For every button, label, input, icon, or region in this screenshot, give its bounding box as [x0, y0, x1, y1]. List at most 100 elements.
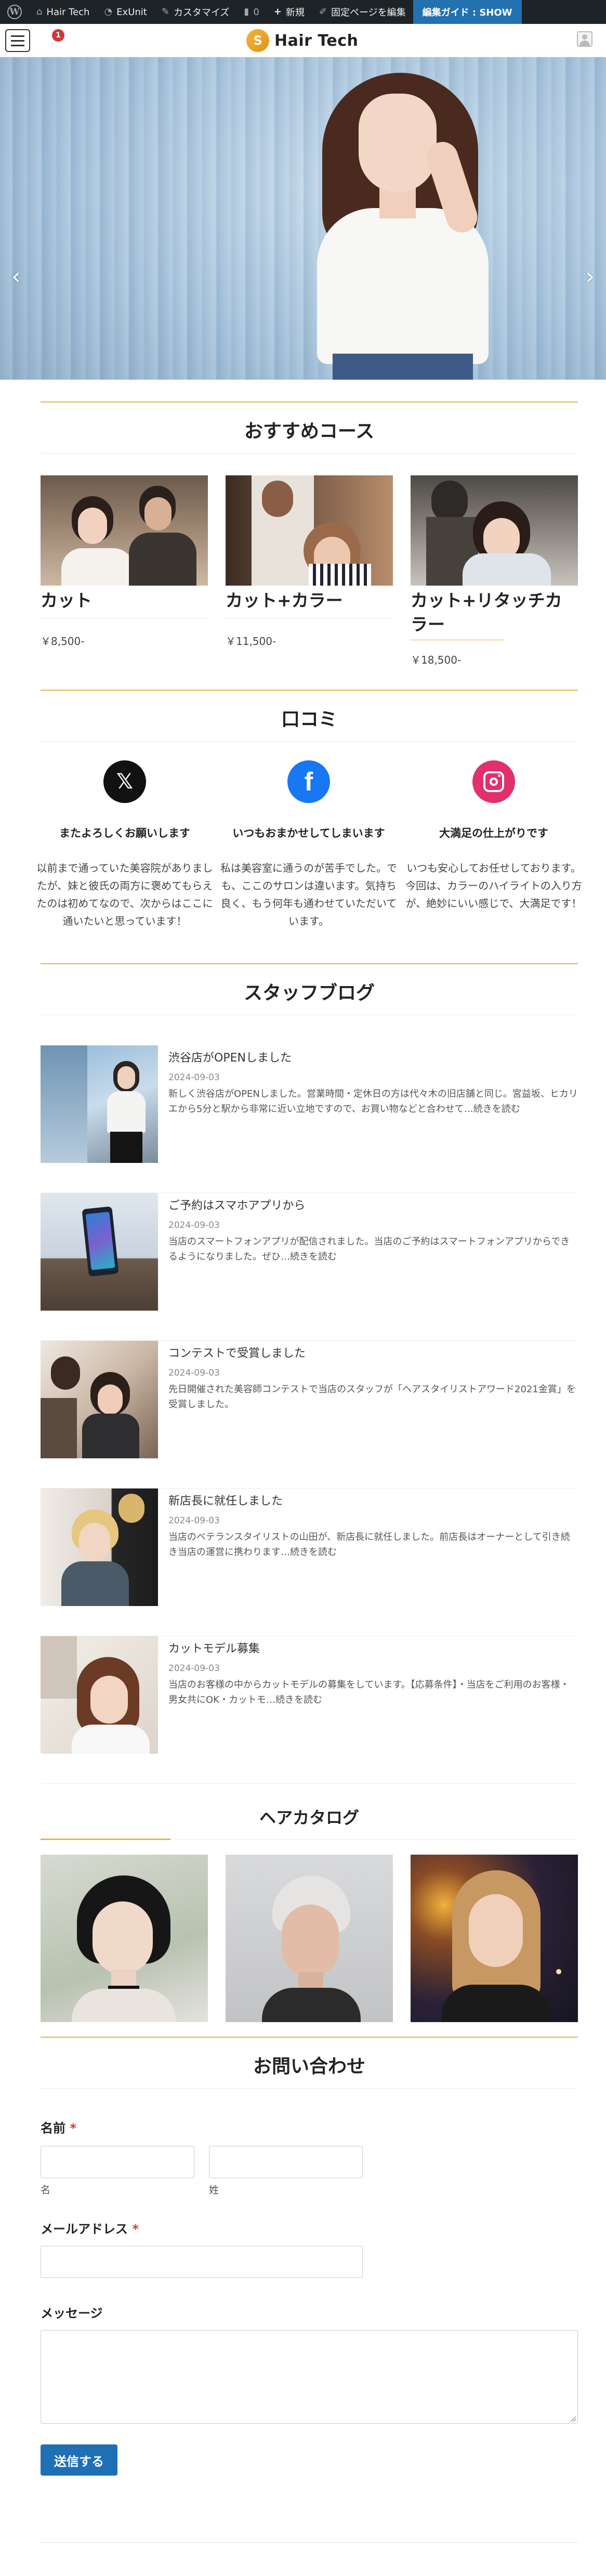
course-name: カット+カラー: [226, 590, 343, 611]
blog-post[interactable]: 新店長に就任しました 2024-09-03 当店のベテランスタイリストの山田が、…: [41, 1488, 578, 1636]
blog-thumbnail: [41, 1341, 158, 1458]
blog-post-title[interactable]: 新店長に就任しました: [168, 1492, 578, 1508]
exunit-link[interactable]: ◔ ExUnit: [97, 0, 154, 24]
review-title: いつもおまかせしてしまいます: [232, 827, 385, 839]
chevron-right-icon[interactable]: ›: [585, 265, 595, 288]
course-card[interactable]: カット+リタッチカラー ￥18,500-: [411, 475, 578, 667]
comment-icon: ▮: [244, 6, 249, 17]
review-card: 大満足の仕上がりです いつも安心してお任せしております。今回は、カラーのハイライ…: [405, 760, 582, 912]
facebook-icon[interactable]: f: [287, 760, 330, 803]
notification-badge[interactable]: 1: [52, 29, 64, 42]
comments-count: 0: [253, 6, 259, 18]
plus-icon: +: [273, 6, 282, 17]
course-card[interactable]: カット ￥8,500-: [41, 475, 208, 648]
blog-post-date: 2024-09-03: [168, 1072, 220, 1083]
edit-page-link[interactable]: ✐ 固定ページを編集: [312, 0, 413, 24]
message-field[interactable]: [41, 2330, 578, 2424]
edit-guide-toggle[interactable]: 編集ガイド : SHOW: [413, 0, 522, 24]
blog-thumbnail: [41, 1193, 158, 1311]
resize-handle[interactable]: [570, 2415, 576, 2422]
logo-icon: S: [246, 29, 269, 52]
review-text: 以前まで通っていた美容院がありましたが、妹と彼氏の両方に褒めてもらえたのは初めて…: [36, 862, 213, 927]
catalog-image[interactable]: [41, 1855, 208, 2022]
course-price: ￥11,500-: [226, 635, 276, 648]
course-card[interactable]: カット+カラー ￥11,500-: [226, 475, 393, 648]
blog-post-excerpt: 当店のお客様の中からカットモデルの募集をしています。【応募条件】・当店をご利用の…: [168, 1679, 570, 1705]
read-more-link[interactable]: 続きを読む: [290, 1251, 337, 1262]
blog-post[interactable]: 渋谷店がOPENしました 2024-09-03 新しく渋谷店がOPENしました。…: [41, 1045, 578, 1193]
brush-icon: ✎: [161, 6, 169, 17]
course-price: ￥8,500-: [41, 635, 85, 648]
read-more-link[interactable]: 続きを読む: [473, 1104, 520, 1115]
last-name-sublabel: 姓: [209, 2184, 219, 2196]
email-field[interactable]: [41, 2246, 363, 2278]
blog-post-date: 2024-09-03: [168, 1368, 220, 1378]
course-image: [41, 475, 208, 586]
wordpress-menu[interactable]: W: [0, 0, 29, 24]
course-name: カット: [41, 590, 92, 611]
blog-post-excerpt: 当店のスマートフォンアプリが配信されました。当店のご予約はスマートフォンアプリか…: [168, 1236, 570, 1262]
submit-button[interactable]: 送信する: [41, 2444, 117, 2476]
blog-thumbnail: [41, 1488, 158, 1606]
course-image: [411, 475, 578, 586]
review-title: またよろしくお願いします: [59, 827, 190, 839]
blog-post[interactable]: ご予約はスマホアプリから 2024-09-03 当店のスマートフォンアプリが配信…: [41, 1193, 578, 1341]
site-name-label: Hair Tech: [46, 6, 90, 18]
gauge-icon: ◔: [104, 6, 113, 17]
exunit-label: ExUnit: [116, 6, 147, 18]
menu-icon[interactable]: [5, 29, 30, 52]
pencil-icon: ✐: [319, 6, 327, 17]
last-name-field[interactable]: [209, 2146, 363, 2178]
edit-guide-label: 編集ガイド : SHOW: [422, 7, 512, 18]
name-label: 名前 *: [41, 2121, 76, 2135]
hero-slider: ‹ ›: [0, 57, 606, 380]
catalog-image[interactable]: [411, 1855, 578, 2022]
chevron-left-icon[interactable]: ‹: [11, 265, 21, 288]
blog-post-excerpt: 先日開催された美容師コンテストで当店のスタッフが「ヘアスタイリストアワード202…: [168, 1384, 576, 1410]
email-label: メールアドレス *: [41, 2222, 139, 2236]
course-name: カット+リタッチカラー: [411, 590, 562, 635]
comments-link[interactable]: ▮ 0: [236, 0, 266, 24]
blog-post-date: 2024-09-03: [168, 1663, 220, 1674]
catalog-title: ヘアカタログ: [259, 1808, 359, 1828]
catalog-image[interactable]: [226, 1855, 393, 2022]
reviews-title: 口コミ: [41, 690, 578, 742]
review-card: 𝕏 またよろしくお願いします 以前まで通っていた美容院がありましたが、妹と彼氏の…: [36, 760, 213, 930]
blog-thumbnail: [41, 1636, 158, 1754]
hero-model-image: [281, 62, 541, 380]
blog-post-date: 2024-09-03: [168, 1220, 220, 1231]
blog-post-title[interactable]: カットモデル募集: [168, 1639, 578, 1656]
blog-post-excerpt: 当店のベテランスタイリストの山田が、新店長に就任しました。前店長はオーナーとして…: [168, 1532, 570, 1558]
review-card: f いつもおまかせしてしまいます 私は美容室に通うのが苦手でした。でも、ここのサ…: [220, 760, 397, 930]
admin-bar: W ⌂ Hair Tech ◔ ExUnit ✎ カスタマイズ ▮ 0 + 新規…: [0, 0, 606, 24]
read-more-link[interactable]: 続きを読む: [290, 1547, 337, 1558]
review-text: いつも安心してお任せしております。今回は、カラーのハイライトの入り方が、絶妙にい…: [405, 862, 582, 910]
instagram-icon[interactable]: [472, 760, 515, 803]
wordpress-icon: W: [7, 5, 22, 19]
blog-title: スタッフブログ: [41, 963, 578, 1015]
new-content-link[interactable]: + 新規: [267, 0, 312, 24]
courses-title: おすすめコース: [41, 402, 578, 454]
customize-link[interactable]: ✎ カスタマイズ: [154, 0, 237, 24]
review-text: 私は美容室に通うのが苦手でした。でも、ここのサロンは違います。気持ち良く、もう何…: [220, 862, 397, 927]
blog-post-title[interactable]: コンテストで受賞しました: [168, 1344, 578, 1361]
blog-post[interactable]: カットモデル募集 2024-09-03 当店のお客様の中からカットモデルの募集を…: [41, 1636, 578, 1784]
site-header: 1 S Hair Tech: [0, 24, 606, 57]
site-name-link[interactable]: ⌂ Hair Tech: [29, 0, 97, 24]
blog-post[interactable]: コンテストで受賞しました 2024-09-03 先日開催された美容師コンテストで…: [41, 1341, 578, 1488]
edit-page-label: 固定ページを編集: [331, 7, 406, 18]
first-name-field[interactable]: [41, 2146, 194, 2178]
brand-name: Hair Tech: [274, 31, 359, 50]
customize-label: カスタマイズ: [173, 7, 230, 18]
x-icon[interactable]: 𝕏: [103, 760, 146, 803]
blog-post-title[interactable]: ご予約はスマホアプリから: [168, 1196, 578, 1213]
read-more-link[interactable]: 続きを読む: [275, 1694, 322, 1705]
user-icon[interactable]: [577, 31, 592, 47]
site-logo[interactable]: S Hair Tech: [246, 29, 358, 52]
course-price: ￥18,500-: [411, 654, 462, 667]
blog-post-title[interactable]: 渋谷店がOPENしました: [168, 1048, 578, 1065]
review-title: 大満足の仕上がりです: [439, 827, 548, 839]
contact-title: お問い合わせ: [41, 2037, 578, 2089]
course-image: [226, 475, 393, 586]
blog-thumbnail: [41, 1045, 158, 1163]
